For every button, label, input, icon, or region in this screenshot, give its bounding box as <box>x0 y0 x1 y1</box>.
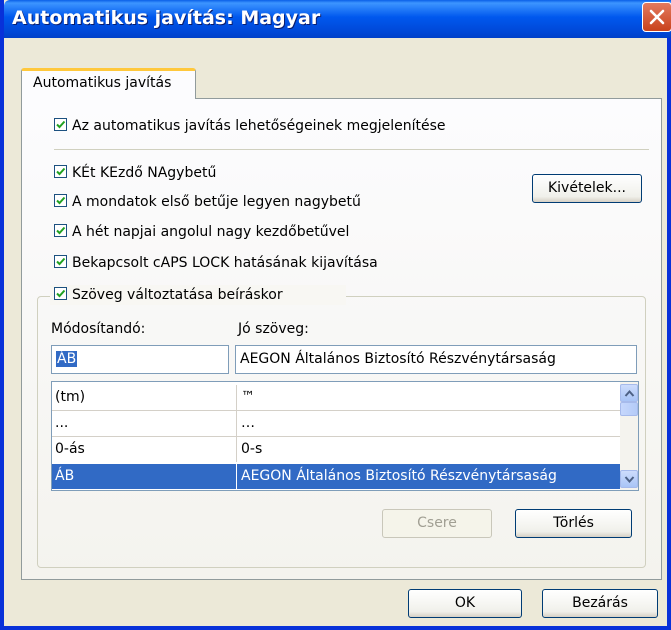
check-icon <box>56 196 66 205</box>
scroll-down-button[interactable] <box>620 470 638 488</box>
list-item[interactable]: 0-ás 0-s <box>52 437 620 462</box>
list-item-from: 0-ás <box>55 441 85 457</box>
checkbox-label: A hét napjai angolul nagy kezdőbetűvel <box>72 224 350 240</box>
checkbox-box[interactable] <box>54 255 67 268</box>
list-item-to: ™ <box>241 389 255 405</box>
checkbox-label: KÉt KEzdő NAgybetű <box>72 165 217 181</box>
with-label: Jó szöveg: <box>238 321 309 337</box>
replace-input-value: ÁB <box>56 351 78 367</box>
close-window-button[interactable] <box>642 2 671 32</box>
checkbox-box[interactable] <box>54 165 67 178</box>
list-item-selected[interactable]: ÁB AEGON Általános Biztosító Részvénytár… <box>52 464 620 489</box>
tab-label: Automatikus javítás <box>33 75 172 91</box>
replace-text-checkbox[interactable]: Szöveg változtatása beíráskor <box>50 285 346 305</box>
list-item-from: ... <box>55 415 69 431</box>
check-icon <box>56 167 66 176</box>
check-icon <box>56 120 66 129</box>
ok-button[interactable]: OK <box>408 589 522 618</box>
with-input-value: AEGON Általános Biztosító Részvénytársas… <box>240 351 556 367</box>
checkbox-box[interactable] <box>54 224 67 237</box>
check-icon <box>56 289 66 298</box>
column-divider <box>236 411 237 436</box>
column-divider <box>236 437 237 462</box>
scroll-up-button[interactable] <box>620 384 638 402</box>
delete-button[interactable]: Törlés <box>515 509 632 538</box>
checkbox-box[interactable] <box>54 118 67 131</box>
list-item-to: … <box>241 415 255 431</box>
chevron-down-icon <box>624 476 635 484</box>
checkbox-box[interactable] <box>54 287 67 300</box>
list-scrollbar[interactable] <box>620 382 638 490</box>
with-input[interactable]: AEGON Általános Biztosító Részvénytársas… <box>235 345 637 374</box>
checkbox-label: Az automatikus javítás lehetőségeinek me… <box>72 118 446 134</box>
checkbox-label: A mondatok első betűje legyen nagybetű <box>72 194 361 210</box>
close-button[interactable]: Bezárás <box>542 589 658 618</box>
close-x-icon <box>649 9 665 25</box>
separator <box>54 149 649 150</box>
check-icon <box>56 257 66 266</box>
window-title: Automatikus javítás: Magyar <box>12 7 321 29</box>
list-item-from: ÁB <box>55 468 75 484</box>
title-bar[interactable]: Automatikus javítás: Magyar <box>4 0 671 38</box>
replace-label: Módosítandó: <box>51 321 146 337</box>
checkbox-label: Szöveg változtatása beíráskor <box>72 287 283 303</box>
list-item[interactable]: (tm) ™ <box>52 385 620 410</box>
replace-button[interactable]: Csere <box>382 509 492 538</box>
replace-input[interactable]: ÁB <box>51 345 229 374</box>
column-divider <box>236 464 237 489</box>
tab-autocorrect[interactable]: Automatikus javítás <box>21 68 196 99</box>
list-item-to: AEGON Általános Biztosító Részvénytársas… <box>241 468 557 484</box>
chevron-up-icon <box>624 389 635 397</box>
column-divider <box>236 385 237 410</box>
checkbox-label: Bekapcsolt cAPS LOCK hatásának kijavítás… <box>72 255 378 271</box>
scroll-thumb[interactable] <box>620 402 638 416</box>
checkbox-box[interactable] <box>54 194 67 207</box>
autocorrect-list[interactable]: (tm) ™ ... … 0-ás 0-s ÁB AEGON Általános… <box>51 381 639 491</box>
list-item-to: 0-s <box>241 441 263 457</box>
list-item[interactable]: ... … <box>52 411 620 436</box>
list-item-from: (tm) <box>55 389 86 405</box>
exceptions-button[interactable]: Kivételek... <box>532 174 642 203</box>
check-icon <box>56 226 66 235</box>
